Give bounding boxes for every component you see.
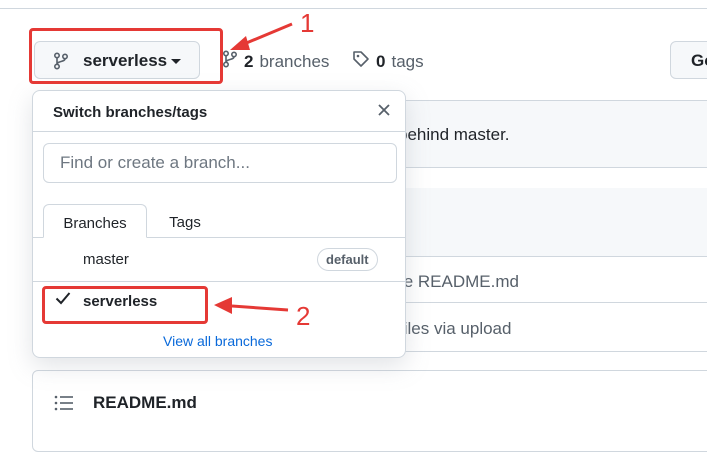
tab-branches[interactable]: Branches	[43, 204, 147, 238]
arrow-icon	[230, 22, 293, 50]
arrow-icon	[214, 297, 289, 314]
